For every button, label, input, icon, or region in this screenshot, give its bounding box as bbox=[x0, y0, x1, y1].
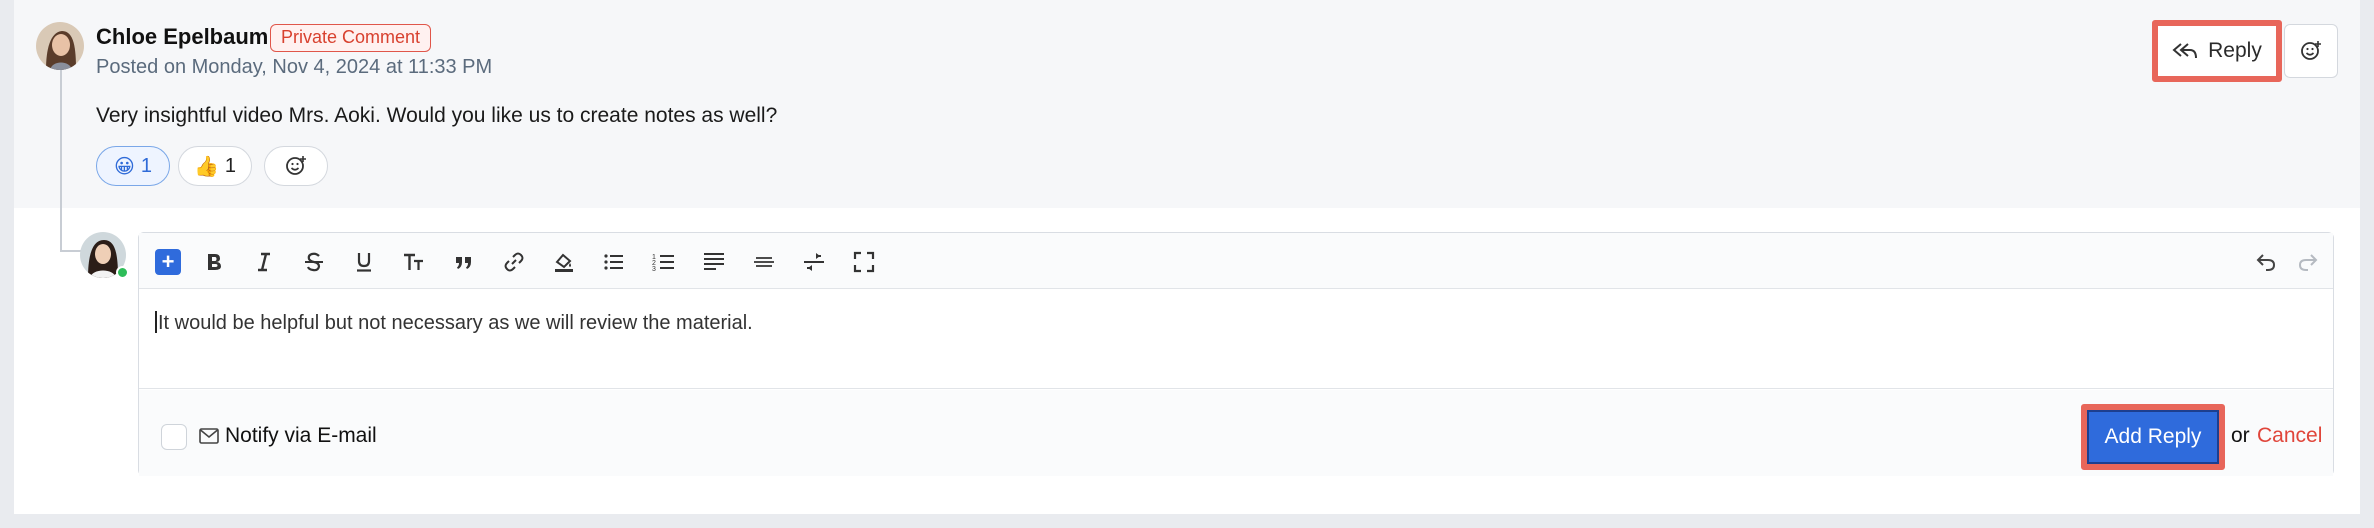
bulleted-list-button[interactable] bbox=[597, 245, 631, 279]
undo-icon bbox=[2256, 254, 2276, 271]
online-status-dot bbox=[116, 266, 129, 279]
highlight-icon bbox=[555, 253, 573, 272]
or-text: or bbox=[2231, 424, 2250, 447]
thread-line bbox=[60, 66, 62, 252]
add-emoji-icon bbox=[2301, 41, 2321, 60]
numbered-list-button[interactable]: 1 2 3 bbox=[647, 245, 681, 279]
merge-icon bbox=[804, 253, 824, 271]
text-cursor bbox=[155, 311, 157, 333]
svg-text:3: 3 bbox=[652, 266, 656, 273]
reply-all-icon bbox=[2172, 43, 2198, 59]
undo-button[interactable] bbox=[2249, 245, 2283, 279]
notify-email-checkbox[interactable] bbox=[161, 424, 187, 450]
grinning-face-icon: 😀 bbox=[114, 155, 135, 178]
fullscreen-icon bbox=[853, 251, 875, 273]
numbered-list-icon: 1 2 3 bbox=[652, 254, 674, 273]
bold-icon bbox=[208, 254, 221, 270]
link-button[interactable] bbox=[497, 245, 531, 279]
merge-button[interactable] bbox=[797, 245, 831, 279]
reaction-grinning[interactable]: 😀 1 bbox=[96, 146, 170, 186]
link-icon bbox=[504, 252, 524, 272]
highlight-button[interactable] bbox=[547, 245, 581, 279]
add-emoji-icon bbox=[286, 156, 306, 175]
text-size-button[interactable] bbox=[397, 245, 431, 279]
insert-button[interactable]: + bbox=[155, 249, 181, 275]
reply-text: It would be helpful but not necessary as… bbox=[158, 312, 753, 334]
fullscreen-button[interactable] bbox=[847, 245, 881, 279]
reply-button[interactable]: Reply bbox=[2152, 20, 2282, 82]
italic-icon bbox=[258, 252, 270, 272]
redo-icon bbox=[2298, 254, 2318, 271]
reaction-thumbs-up[interactable]: 👍 1 bbox=[178, 146, 252, 186]
editor-toolbar: + 1 2 3 bbox=[139, 233, 2333, 289]
text-size-icon bbox=[404, 253, 423, 270]
bold-button[interactable] bbox=[197, 245, 231, 279]
cancel-link[interactable]: Cancel bbox=[2257, 424, 2322, 448]
private-comment-badge: Private Comment bbox=[270, 24, 432, 52]
horizontal-rule-button[interactable] bbox=[747, 245, 781, 279]
quote-button[interactable] bbox=[447, 245, 481, 279]
posted-timestamp: Posted on Monday, Nov 4, 2024 at 11:33 P… bbox=[96, 56, 493, 78]
thumbs-up-icon: 👍 bbox=[193, 155, 219, 178]
editor-footer: Notify via E-mail Add Reply or Cancel bbox=[139, 390, 2333, 476]
strikethrough-icon bbox=[305, 252, 323, 272]
reply-text-area[interactable]: It would be helpful but not necessary as… bbox=[139, 289, 2333, 389]
reaction-count: 1 bbox=[224, 154, 237, 177]
add-reply-label: Add Reply bbox=[2087, 410, 2219, 464]
bulleted-list-icon bbox=[604, 254, 623, 270]
comment-panel: Chloe Epelbaum Private Comment Posted on… bbox=[14, 0, 2360, 514]
redo-button[interactable] bbox=[2291, 245, 2325, 279]
reply-button-label: Reply bbox=[2208, 39, 2262, 62]
commenter-avatar bbox=[36, 22, 84, 70]
reply-editor: + 1 2 3 It would be helpful but not nece… bbox=[138, 232, 2334, 476]
italic-button[interactable] bbox=[247, 245, 281, 279]
add-reaction-button[interactable] bbox=[264, 146, 328, 186]
align-button[interactable] bbox=[697, 245, 731, 279]
comment-text: Very insightful video Mrs. Aoki. Would y… bbox=[96, 104, 778, 127]
author-name: Chloe Epelbaum bbox=[96, 24, 269, 49]
strikethrough-button[interactable] bbox=[297, 245, 331, 279]
comment-emoji-button[interactable] bbox=[2284, 24, 2338, 78]
add-reply-button[interactable]: Add Reply bbox=[2081, 404, 2225, 470]
reaction-count: 1 bbox=[140, 154, 152, 177]
envelope-icon bbox=[199, 428, 219, 444]
underline-button[interactable] bbox=[347, 245, 381, 279]
notify-email-label[interactable]: Notify via E-mail bbox=[225, 424, 377, 448]
align-left-icon bbox=[704, 253, 724, 270]
underline-icon bbox=[357, 253, 371, 272]
quote-icon bbox=[456, 257, 471, 269]
horizontal-rule-icon bbox=[754, 257, 774, 267]
